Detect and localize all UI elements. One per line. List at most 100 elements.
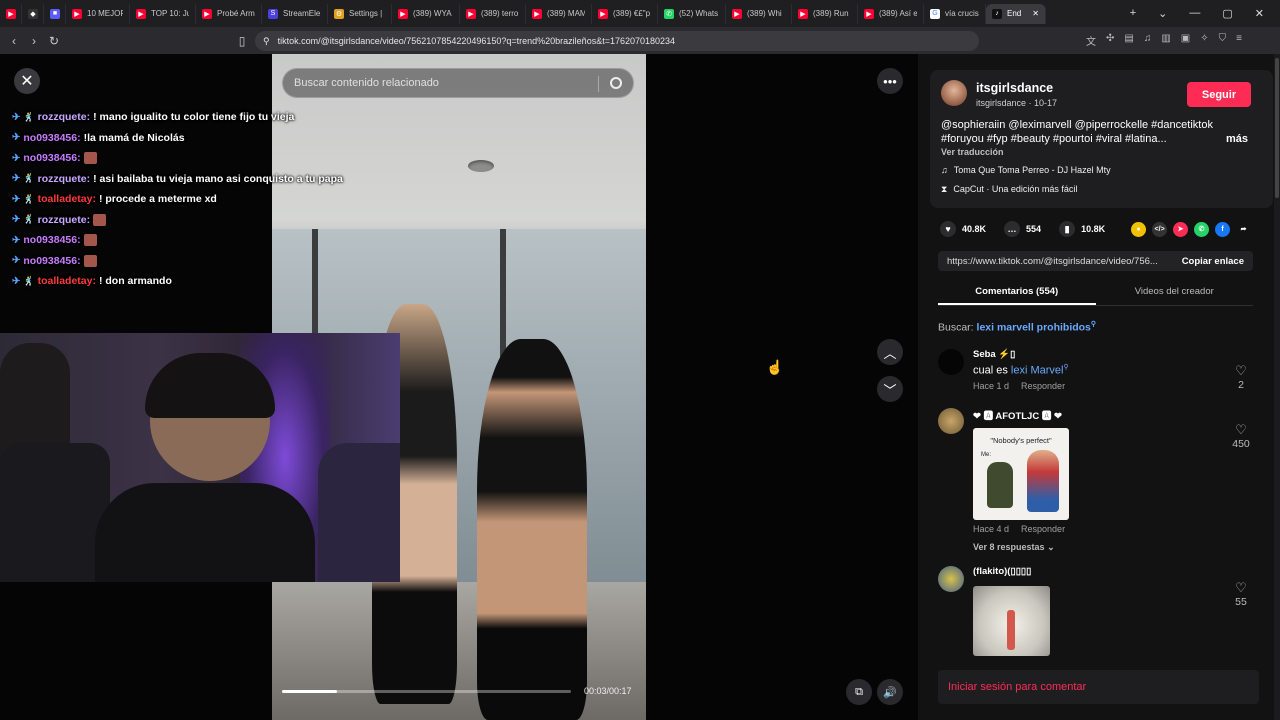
chat-message: ✈ 🕺 toalladetay:! don armando — [12, 271, 412, 292]
avatar[interactable] — [941, 80, 967, 106]
browser-tab[interactable]: ✆ (52) Whats — [658, 3, 726, 24]
whatsapp-icon[interactable]: ✆ — [1194, 221, 1210, 237]
back-icon[interactable]: ‹ — [4, 34, 24, 48]
browser-tab[interactable]: ▶ 10 MEJOR — [66, 3, 130, 24]
translate-icon[interactable]: 文 — [1086, 33, 1096, 48]
search-suggestion[interactable]: Buscar: lexi marvell prohibidos⚲ — [938, 320, 1096, 334]
send-icon[interactable]: ➤ — [1173, 221, 1189, 237]
browser-tab[interactable]: S StreamEle — [262, 3, 328, 24]
like-button[interactable]: ♥ 40.8K — [940, 221, 986, 237]
chat-username: rozzquete: — [37, 111, 91, 124]
address-bar: ‹ › ↻ ▯ ⚲ tiktok.com/@itsgirlsdance/vide… — [0, 27, 1280, 54]
browser-tab[interactable]: ▶ (389) MAM — [526, 3, 592, 24]
comment-like-button[interactable]: ♡ 55 — [1226, 580, 1256, 608]
chat-emote — [93, 213, 107, 226]
avatar[interactable] — [938, 566, 964, 592]
forward-icon[interactable]: › — [24, 34, 44, 48]
share-arrow-icon[interactable]: ➦ — [1236, 221, 1252, 237]
next-video-icon[interactable]: ﹀ — [877, 376, 903, 402]
reply-button[interactable]: Responder — [1021, 381, 1065, 391]
author-name[interactable]: itsgirlsdance — [976, 81, 1053, 95]
bookmark-icon[interactable]: ▯ — [232, 34, 252, 48]
copy-link-button[interactable]: Copiar enlace — [1182, 256, 1253, 267]
tab-creator-videos[interactable]: Videos del creador — [1096, 278, 1254, 305]
comment-image[interactable]: "Nobody's perfect" Me: — [973, 428, 1069, 520]
music-icon[interactable]: ♫ — [1144, 33, 1152, 48]
browser-tab[interactable]: ▶ (389) Así e — [858, 3, 924, 24]
chevron-down-icon[interactable]: ⌄ — [1158, 7, 1167, 20]
chat-text: !la mamá de Nicolás — [83, 131, 185, 144]
wallet-icon[interactable]: ▣ — [1181, 33, 1190, 48]
facebook-icon[interactable]: f — [1215, 221, 1231, 237]
browser-tab[interactable]: ▶ (389) Run — [792, 3, 858, 24]
tab-title: StreamEle — [283, 9, 321, 18]
browser-tab[interactable]: ⚙ Settings | — [328, 3, 392, 24]
comment-author[interactable]: (flakito)(▯▯▯▯ — [973, 566, 1031, 577]
previous-video-icon[interactable]: ︿ — [877, 339, 903, 365]
view-replies-button[interactable]: Ver 8 respuestas ⌄ — [973, 542, 1055, 553]
minimize-icon[interactable]: — — [1189, 7, 1200, 20]
avatar[interactable] — [938, 349, 964, 375]
reply-button[interactable]: Responder — [1021, 524, 1065, 534]
related-search-bar[interactable]: Buscar contenido relacionado — [282, 68, 634, 98]
browser-tab[interactable]: ▶ — [0, 3, 22, 24]
embed-icon[interactable]: </> — [1152, 221, 1168, 237]
browser-tab[interactable]: Gvía crucis — [924, 3, 986, 24]
music-note-icon: ♫ — [941, 165, 948, 175]
coin-icon[interactable]: ● — [1131, 221, 1147, 237]
tab-comments[interactable]: Comentarios (554) — [938, 278, 1096, 305]
close-icon[interactable]: ✕ — [14, 68, 40, 94]
more-options-icon[interactable]: ••• — [877, 68, 903, 94]
video-progress-bar[interactable] — [282, 690, 571, 693]
comment-button[interactable]: … 554 — [1004, 221, 1041, 237]
video-timecode: 00:03/00:17 — [584, 686, 632, 696]
reload-icon[interactable]: ↻ — [44, 34, 64, 48]
puzzle-icon[interactable]: ✣ — [1106, 33, 1114, 48]
chat-badge-icon: ✈ — [12, 152, 21, 164]
comment-author[interactable]: ❤ 🅰 AFOTLJC 🅰 ❤ — [973, 408, 1062, 422]
browser-tab[interactable]: ◆ — [22, 3, 44, 24]
browser-tab[interactable]: ♪ End ✕ — [986, 3, 1046, 24]
scrollbar-thumb[interactable] — [1275, 58, 1279, 198]
share-link-url[interactable]: https://www.tiktok.com/@itsgirlsdance/vi… — [938, 256, 1168, 267]
close-window-icon[interactable]: ✕ — [1255, 7, 1264, 20]
reader-icon[interactable]: ▤ — [1124, 33, 1133, 48]
music-row[interactable]: ♫ Toma Que Toma Perreo - DJ Hazel Mty — [941, 165, 1111, 175]
browser-tab[interactable]: ▶ Probé Arm — [196, 3, 262, 24]
site-info-icon[interactable]: ⚲ — [263, 36, 270, 47]
tab-title: (389) Run — [813, 9, 849, 18]
browser-tab[interactable]: ▶ (389) Whi — [726, 3, 792, 24]
close-tab-icon[interactable]: ✕ — [1032, 9, 1039, 18]
login-to-comment-button[interactable]: Iniciar sesión para comentar — [938, 670, 1259, 704]
browser-tab[interactable]: ▶ (389) WYA — [392, 3, 460, 24]
sparkle-icon[interactable]: ✧ — [1200, 33, 1208, 48]
translate-link[interactable]: Ver traducción — [941, 147, 1004, 157]
url-field[interactable]: ⚲ tiktok.com/@itsgirlsdance/video/756210… — [255, 31, 979, 51]
capcut-row[interactable]: ⧗ CapCut · Una edición más fácil — [941, 184, 1077, 195]
browser-tab[interactable]: ▶ (389) €£"p — [592, 3, 658, 24]
comment-like-button[interactable]: ♡ 2 — [1226, 363, 1256, 391]
avatar[interactable] — [938, 408, 964, 434]
vpn-shield-icon[interactable]: ⛉ — [1219, 33, 1227, 48]
scrollbar[interactable] — [1274, 54, 1280, 720]
browser-tab[interactable]: ▶ TOP 10: Ju — [130, 3, 196, 24]
comment-like-button[interactable]: ♡ 450 — [1226, 422, 1256, 450]
browser-tab[interactable]: ▶ (389) terro — [460, 3, 526, 24]
search-icon[interactable] — [610, 77, 622, 89]
comment-search-link[interactable]: lexi Marvel — [1011, 365, 1064, 377]
save-button[interactable]: ▮ 10.8K — [1059, 221, 1105, 237]
menu-icon[interactable]: ≡ — [1236, 33, 1242, 48]
comment-author[interactable]: Seba ⚡▯ — [973, 349, 1015, 360]
comment-like-count: 55 — [1235, 596, 1247, 608]
sidebar-icon[interactable]: ▥ — [1161, 33, 1170, 48]
browser-tab[interactable]: ■ — [44, 3, 66, 24]
tab-title: (389) €£"p — [613, 9, 651, 18]
maximize-icon[interactable]: ▢ — [1222, 7, 1232, 20]
volume-icon[interactable]: 🔊 — [877, 679, 903, 705]
mouse-cursor: ☝ — [766, 359, 784, 375]
more-link[interactable]: más — [1226, 133, 1248, 145]
new-tab-icon[interactable]: + — [1130, 7, 1136, 20]
floating-player-icon[interactable]: ⧉ — [846, 679, 872, 705]
comment-image[interactable] — [973, 586, 1050, 656]
follow-button[interactable]: Seguir — [1187, 82, 1251, 107]
